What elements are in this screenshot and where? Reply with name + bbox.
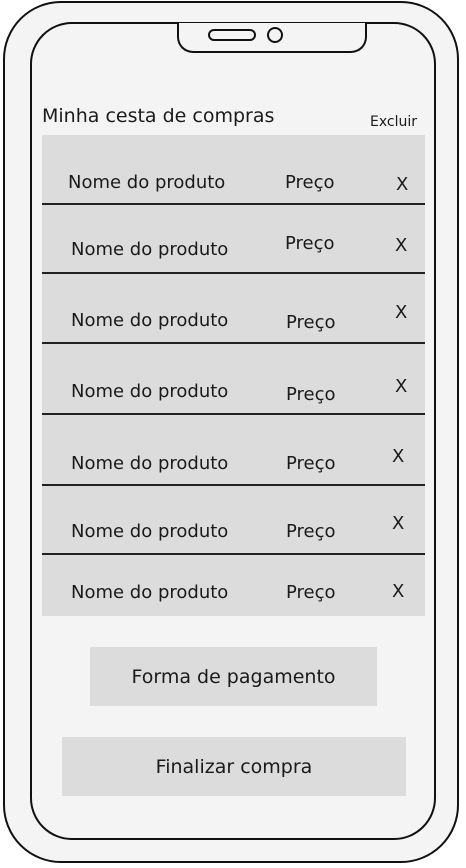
product-price: Preço xyxy=(285,172,335,193)
remove-item-button[interactable]: X xyxy=(395,302,407,323)
row-divider xyxy=(42,484,425,486)
product-price: Preço xyxy=(286,521,336,542)
remove-item-button[interactable]: X xyxy=(395,235,407,256)
product-price: Preço xyxy=(285,233,335,254)
product-name: Nome do produto xyxy=(71,381,229,402)
finish-purchase-button[interactable]: Finalizar compra xyxy=(62,737,406,796)
remove-item-button[interactable]: X xyxy=(392,446,404,467)
page-title: Minha cesta de compras xyxy=(42,105,275,127)
product-name: Nome do produto xyxy=(71,239,229,260)
camera-icon xyxy=(267,27,283,43)
product-price: Preço xyxy=(286,312,336,333)
cart-list: Nome do produto Preço X Nome do produto … xyxy=(42,135,425,616)
delete-all-button[interactable]: Excluir xyxy=(370,114,417,130)
product-name: Nome do produto xyxy=(71,582,229,603)
product-price: Preço xyxy=(286,453,336,474)
row-divider xyxy=(42,553,425,555)
remove-item-button[interactable]: X xyxy=(392,581,404,602)
remove-item-button[interactable]: X xyxy=(396,174,408,195)
product-name: Nome do produto xyxy=(71,310,229,331)
remove-item-button[interactable]: X xyxy=(395,376,407,397)
payment-method-button[interactable]: Forma de pagamento xyxy=(90,647,377,706)
product-price: Preço xyxy=(286,582,336,603)
product-name: Nome do produto xyxy=(71,453,229,474)
row-divider xyxy=(42,203,425,205)
row-divider xyxy=(42,413,425,415)
speaker-icon xyxy=(208,29,256,41)
row-divider xyxy=(42,342,425,344)
product-price: Preço xyxy=(286,384,336,405)
product-name: Nome do produto xyxy=(68,172,226,193)
product-name: Nome do produto xyxy=(71,521,229,542)
remove-item-button[interactable]: X xyxy=(392,513,404,534)
row-divider xyxy=(42,272,425,274)
